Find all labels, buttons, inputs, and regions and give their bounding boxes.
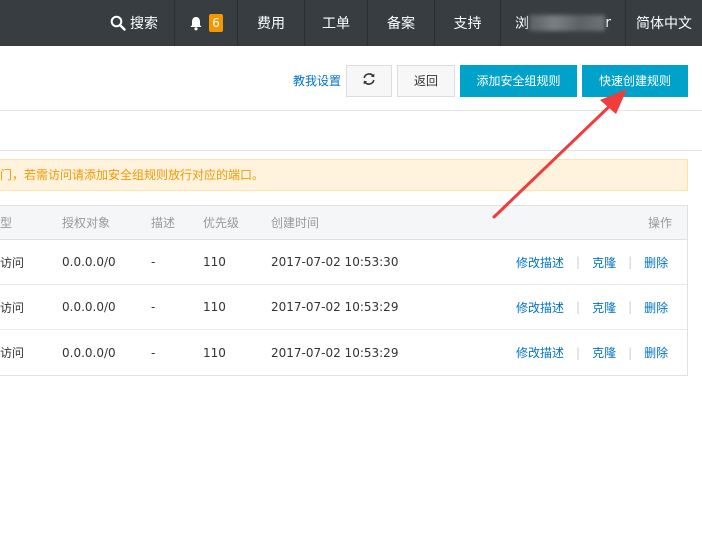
header-type: 型 bbox=[0, 216, 13, 230]
nav-notifications[interactable]: 6 bbox=[174, 0, 237, 46]
header-time: 创建时间 bbox=[271, 216, 320, 230]
clone-link[interactable]: 克隆 bbox=[592, 344, 616, 361]
top-navbar: 搜索 6 费用 工单 备案 支持 浏 r 简体中文 bbox=[0, 0, 702, 46]
table-row: 访问 0.0.0.0/0 - 110 2017-07-02 10:53:29 修… bbox=[0, 285, 687, 330]
action-separator: | bbox=[576, 345, 581, 360]
edit-desc-link[interactable]: 修改描述 bbox=[516, 299, 564, 316]
header-object: 授权对象 bbox=[62, 216, 111, 230]
delete-link[interactable]: 删除 bbox=[644, 344, 668, 361]
cell-priority: 110 bbox=[203, 345, 226, 360]
help-setup-link[interactable]: 教我设置 bbox=[293, 72, 341, 89]
cell-type: 访问 bbox=[0, 255, 25, 270]
nav-search-label: 搜索 bbox=[130, 16, 158, 32]
nav-fee[interactable]: 费用 bbox=[237, 0, 304, 46]
table-row: 访问 0.0.0.0/0 - 110 2017-07-02 10:53:29 修… bbox=[0, 330, 687, 375]
section-divider bbox=[0, 150, 702, 151]
delete-link[interactable]: 删除 bbox=[644, 254, 668, 271]
header-actions: 操作 bbox=[647, 216, 672, 230]
cell-desc: - bbox=[151, 300, 156, 314]
section-divider bbox=[0, 110, 702, 111]
table-row: 访问 0.0.0.0/0 - 110 2017-07-02 10:53:30 修… bbox=[0, 240, 687, 285]
user-name-redacted bbox=[529, 15, 606, 31]
row-actions: 修改描述 | 克隆 | 删除 bbox=[516, 254, 668, 271]
cell-object: 0.0.0.0/0 bbox=[62, 345, 116, 360]
cell-priority: 110 bbox=[203, 255, 226, 269]
cell-object: 0.0.0.0/0 bbox=[62, 255, 116, 269]
edit-desc-link[interactable]: 修改描述 bbox=[516, 344, 564, 361]
nav-language[interactable]: 简体中文 bbox=[625, 0, 702, 46]
add-security-rule-button[interactable]: 添加安全组规则 bbox=[460, 64, 577, 97]
action-separator: | bbox=[628, 255, 633, 269]
nav-support[interactable]: 支持 bbox=[434, 0, 500, 46]
header-desc: 描述 bbox=[151, 216, 176, 230]
warning-notice: 门，若需访问请添加安全组规则放行对应的端口。 bbox=[0, 159, 688, 191]
clone-link[interactable]: 克隆 bbox=[592, 254, 616, 271]
action-separator: | bbox=[576, 255, 581, 269]
table-header: 型 授权对象 描述 优先级 创建时间 操作 bbox=[0, 206, 687, 240]
action-separator: | bbox=[628, 300, 633, 314]
refresh-button[interactable] bbox=[346, 64, 392, 97]
cell-time: 2017-07-02 10:53:30 bbox=[271, 255, 399, 269]
clone-link[interactable]: 克隆 bbox=[592, 299, 616, 316]
user-name-suffix: r bbox=[605, 15, 611, 31]
cell-type: 访问 bbox=[0, 346, 25, 360]
delete-link[interactable]: 删除 bbox=[644, 299, 668, 316]
action-separator: | bbox=[576, 300, 581, 314]
cell-type: 访问 bbox=[0, 300, 25, 315]
bell-icon bbox=[189, 16, 203, 31]
action-separator: | bbox=[628, 345, 633, 360]
row-actions: 修改描述 | 克隆 | 删除 bbox=[516, 299, 668, 316]
nav-record[interactable]: 备案 bbox=[367, 0, 434, 46]
cell-object: 0.0.0.0/0 bbox=[62, 300, 116, 314]
edit-desc-link[interactable]: 修改描述 bbox=[516, 254, 564, 271]
page-toolbar: 教我设置 返回 添加安全组规则 快速创建规则 bbox=[293, 64, 688, 97]
cell-time: 2017-07-02 10:53:29 bbox=[271, 345, 399, 360]
nav-user-account[interactable]: 浏 r bbox=[500, 0, 625, 46]
nav-ticket[interactable]: 工单 bbox=[304, 0, 367, 46]
cell-desc: - bbox=[151, 255, 156, 269]
user-name-prefix: 浏 bbox=[515, 16, 529, 32]
row-actions: 修改描述 | 克隆 | 删除 bbox=[516, 344, 668, 361]
security-rules-table: 型 授权对象 描述 优先级 创建时间 操作 访问 0.0.0.0/0 - 110… bbox=[0, 205, 688, 376]
header-priority: 优先级 bbox=[203, 216, 240, 230]
nav-search[interactable]: 搜索 bbox=[94, 0, 174, 46]
back-button[interactable]: 返回 bbox=[397, 64, 455, 97]
notification-count-badge: 6 bbox=[209, 14, 223, 32]
cell-priority: 110 bbox=[203, 300, 226, 314]
cell-time: 2017-07-02 10:53:29 bbox=[271, 300, 399, 314]
cell-desc: - bbox=[151, 345, 156, 360]
quick-create-rule-button[interactable]: 快速创建规则 bbox=[582, 64, 688, 97]
search-icon bbox=[110, 15, 126, 31]
refresh-icon bbox=[362, 72, 376, 89]
